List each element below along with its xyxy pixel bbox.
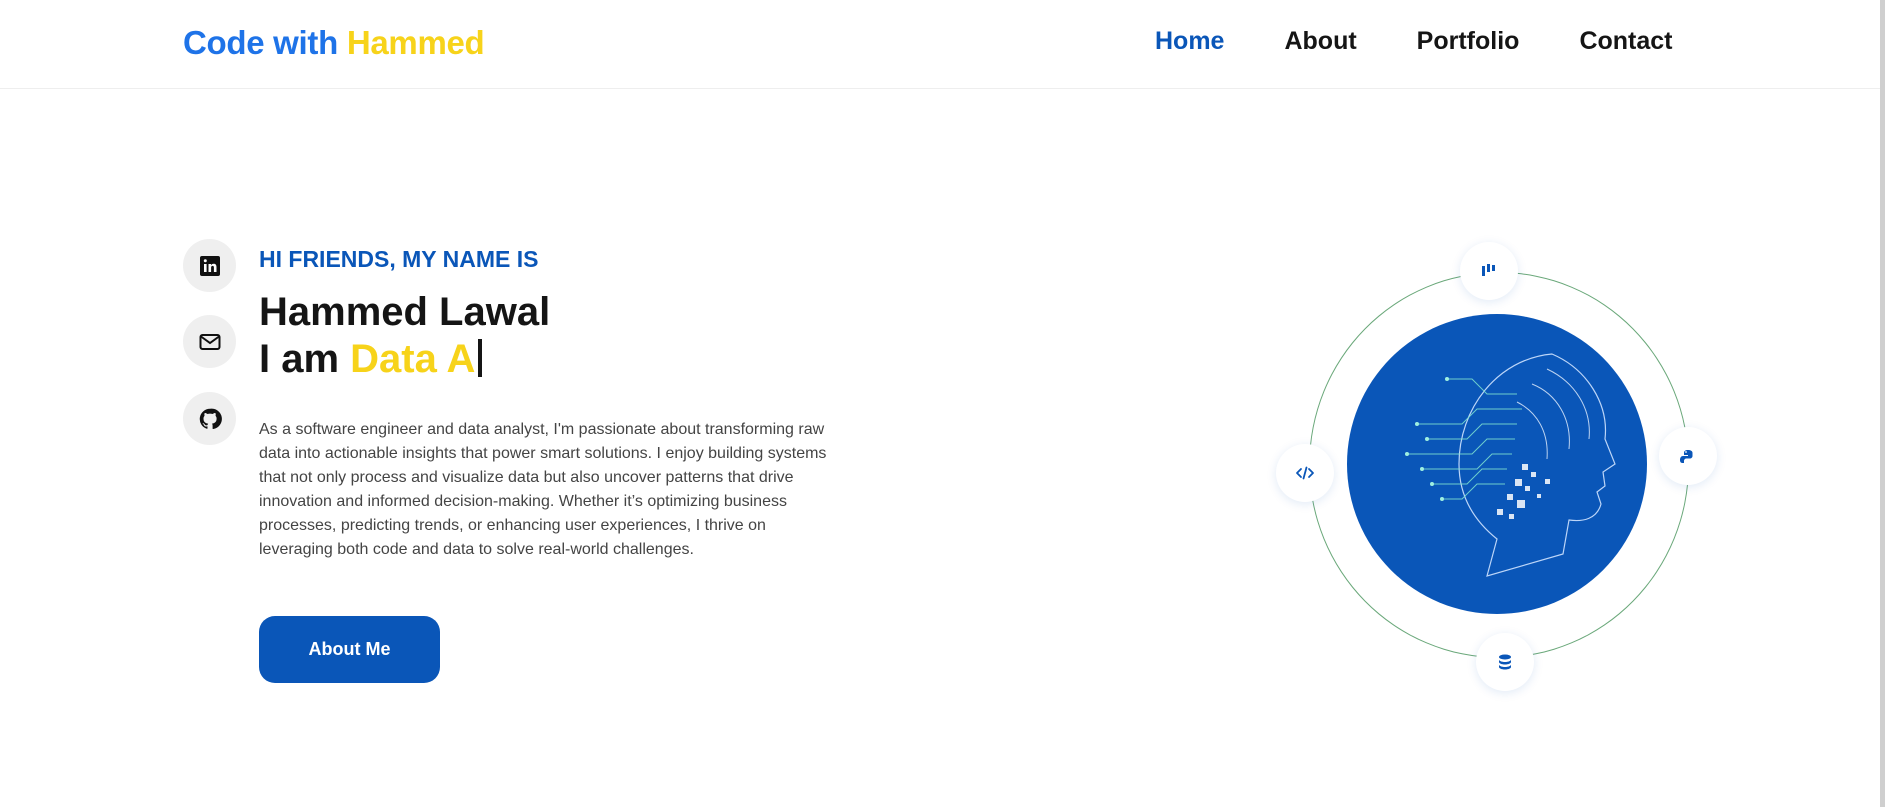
about-me-button[interactable]: About Me — [259, 616, 440, 683]
hero-name: Hammed Lawal — [259, 290, 551, 334]
github-icon — [199, 408, 222, 429]
hero-description: As a software engineer and data analyst,… — [259, 421, 827, 558]
orbit-database-button[interactable] — [1476, 633, 1534, 691]
ai-head-illustration — [1347, 314, 1647, 614]
email-button[interactable] — [183, 315, 236, 368]
site-header: Code with Hammed Home About Portfolio Co… — [0, 0, 1880, 89]
code-icon — [1296, 466, 1314, 480]
orbit-code-button[interactable] — [1276, 444, 1334, 502]
typed-role: Data A — [350, 337, 476, 381]
typing-caret — [478, 339, 483, 377]
site-logo[interactable]: Code with Hammed — [183, 24, 485, 62]
logo-text-accent: Hammed — [346, 24, 485, 61]
orbit-python-button[interactable] — [1659, 427, 1717, 485]
hero-typed-line: I am Data A — [259, 337, 483, 382]
mail-icon — [199, 333, 220, 350]
nav-contact[interactable]: Contact — [1579, 27, 1672, 56]
ai-face-graphic — [1405, 353, 1616, 577]
github-button[interactable] — [183, 392, 236, 445]
linkedin-button[interactable] — [183, 239, 236, 292]
nav-portfolio[interactable]: Portfolio — [1417, 27, 1520, 56]
python-icon — [1680, 450, 1693, 463]
orbit-chart-button[interactable] — [1460, 242, 1518, 300]
typed-prefix: I am — [259, 337, 340, 381]
hero-greeting: HI FRIENDS, MY NAME IS — [259, 246, 539, 272]
chart-bars-icon — [1482, 264, 1495, 276]
logo-text-primary: Code with — [183, 24, 338, 61]
nav-about[interactable]: About — [1284, 27, 1356, 56]
main-nav: Home About Portfolio Contact — [1155, 27, 1673, 56]
linkedin-icon — [199, 255, 220, 276]
database-icon — [1499, 654, 1511, 670]
window-scrollbar[interactable] — [1880, 0, 1885, 807]
nav-home[interactable]: Home — [1155, 27, 1224, 56]
